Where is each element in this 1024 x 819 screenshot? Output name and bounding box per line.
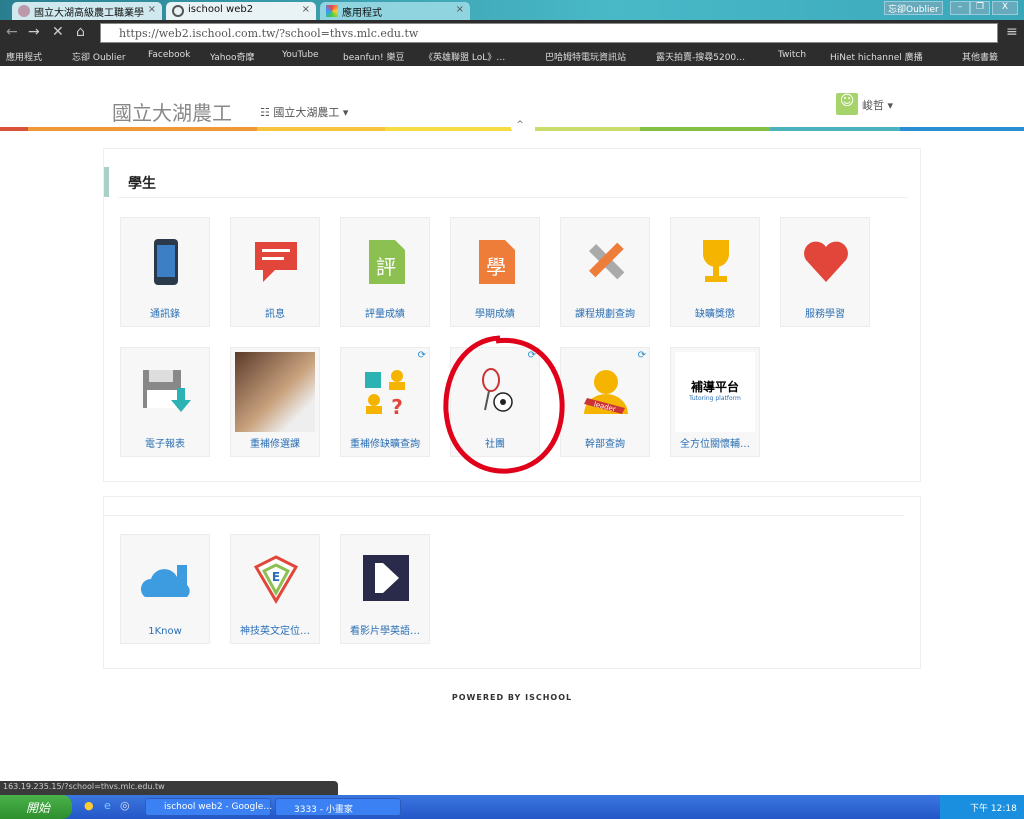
forward-icon[interactable]: →: [28, 24, 40, 40]
section-title: 學生: [128, 176, 156, 192]
cloud-icon: [141, 565, 190, 597]
collapse-icon[interactable]: ^: [511, 120, 529, 134]
divider: [118, 197, 908, 198]
bookmark[interactable]: Facebook: [148, 50, 190, 60]
app-tile-course-plan[interactable]: 課程規劃查詢: [560, 217, 650, 327]
bookmark[interactable]: Twitch: [778, 50, 806, 60]
apps-icon: [326, 5, 338, 17]
bookmark[interactable]: 其他書籤: [962, 50, 998, 63]
leader-icon: leader: [584, 370, 628, 414]
other-apps-panel: [103, 496, 921, 669]
favicon-icon: [18, 5, 30, 17]
minimize-button[interactable]: –: [950, 1, 970, 15]
sync-icon: ⟳: [417, 350, 426, 361]
site-title[interactable]: 國立大湖農工: [112, 97, 232, 126]
explorer-icon[interactable]: ◎: [120, 799, 130, 812]
address-bar[interactable]: https://web2.ischool.com.tw/?school=thvs…: [100, 23, 998, 43]
system-tray-clock: 下午 12:18: [940, 795, 1024, 819]
close-window-button[interactable]: X: [992, 1, 1018, 15]
app-tile-semester-grades[interactable]: 學學期成績: [450, 217, 540, 327]
svg-text:學: 學: [486, 255, 506, 279]
video-play-icon: [363, 555, 409, 601]
restore-button[interactable]: ❐: [970, 1, 990, 15]
e-shield-icon: E: [253, 555, 299, 604]
bookmark[interactable]: HiNet hichannel 廣播: [830, 50, 923, 63]
trophy-icon: [703, 240, 729, 282]
app-tile-assessment-grades[interactable]: 評評量成績: [340, 217, 430, 327]
close-tab-icon[interactable]: ×: [456, 4, 464, 15]
bookmark[interactable]: beanfun! 樂豆: [343, 50, 405, 63]
svg-text:評: 評: [376, 255, 396, 279]
document-icon: 評: [369, 240, 405, 284]
status-bar: 163.19.235.15/?school=thvs.mlc.edu.tw: [0, 781, 338, 795]
section-marker: [104, 167, 109, 197]
school-menu[interactable]: ☷ 國立大湖農工 ▾: [260, 104, 348, 120]
browser-tab-bar: 國立大湖高級農工職業學 × ischool web2 × 應用程式 × 忘卻Oubli…: [0, 0, 1024, 20]
chrome-icon[interactable]: ●: [84, 799, 94, 812]
svg-text:E: E: [272, 570, 280, 584]
app-tile-messages[interactable]: 訊息: [230, 217, 320, 327]
tab-apps[interactable]: 應用程式 ×: [320, 2, 470, 20]
message-icon: [255, 242, 297, 282]
back-icon[interactable]: ←: [6, 24, 18, 40]
bookmark[interactable]: Yahoo奇摩: [210, 50, 255, 63]
app-tile-counseling[interactable]: 補導平台 Tutoring platform 全方位關懷輔…: [670, 347, 760, 457]
taskbar: 開始 ● e ◎ ischool web2 - Google… 3333 - 小…: [0, 795, 1024, 819]
puzzle-people-icon: ?: [365, 370, 405, 418]
svg-text:?: ?: [391, 395, 403, 418]
highlight-circle: [443, 335, 565, 474]
list-icon: ☷: [260, 106, 274, 119]
bookmark[interactable]: 《英雄聯盟 LoL》…: [424, 50, 505, 63]
bookmark[interactable]: 露天拍賣-搜尋5200…: [656, 50, 745, 63]
app-tile-1know[interactable]: 1Know: [120, 534, 210, 644]
divider: [104, 515, 904, 516]
app-tile-contacts[interactable]: 通訊錄: [120, 217, 210, 327]
sync-icon: ⟳: [637, 350, 646, 361]
bookmark[interactable]: 應用程式: [6, 50, 42, 63]
avatar[interactable]: ☺: [836, 93, 858, 115]
heart-icon: [804, 241, 848, 282]
app-tile-e-reports[interactable]: 電子報表: [120, 347, 210, 457]
ie-icon[interactable]: e: [104, 799, 111, 812]
footer-powered-by: POWERED BY ISCHOOL: [451, 693, 573, 702]
pencil-ruler-icon: [589, 242, 625, 280]
close-tab-icon[interactable]: ×: [302, 4, 310, 15]
loading-icon: [172, 5, 184, 17]
phone-icon: [154, 239, 178, 285]
stop-icon[interactable]: ✕: [52, 24, 64, 40]
menu-icon[interactable]: ≡: [1006, 24, 1018, 40]
tutoring-platform-icon: 補導平台 Tutoring platform: [675, 352, 755, 432]
close-tab-icon[interactable]: ×: [148, 4, 156, 15]
document-icon: 學: [479, 240, 515, 284]
start-button[interactable]: 開始: [0, 795, 72, 819]
app-tile-cadre-query[interactable]: ⟳ leader 幹部查詢: [560, 347, 650, 457]
floppy-download-icon: [143, 370, 191, 412]
bookmark[interactable]: 巴哈姆特電玩資訊站: [545, 50, 626, 63]
photo-icon: [235, 352, 315, 432]
app-tile-english-placement[interactable]: E 神技英文定位…: [230, 534, 320, 644]
app-tile-video-english[interactable]: 看影片學英語…: [340, 534, 430, 644]
user-menu[interactable]: 峻哲 ▾: [862, 97, 893, 113]
app-tile-makeup-attendance[interactable]: ⟳? 重補修缺曠查詢: [340, 347, 430, 457]
bookmarks-bar: 應用程式 忘卻 Oublier Facebook Yahoo奇摩 YouTube…: [0, 46, 1024, 66]
task-paint[interactable]: 3333 - 小畫家: [275, 798, 401, 816]
task-chrome[interactable]: ischool web2 - Google…: [145, 798, 272, 816]
app-tile-attendance[interactable]: 缺曠獎懲: [670, 217, 760, 327]
app-tile-makeup-course[interactable]: 重補修選課: [230, 347, 320, 457]
app-tile-service-learning[interactable]: 服務學習: [780, 217, 870, 327]
tab-school[interactable]: 國立大湖高級農工職業學 ×: [12, 2, 162, 20]
home-icon[interactable]: ⌂: [76, 24, 85, 40]
tab-ischool[interactable]: ischool web2 ×: [166, 2, 316, 20]
bookmark[interactable]: YouTube: [282, 50, 319, 60]
bookmark[interactable]: 忘卻 Oublier: [72, 50, 126, 63]
profile-badge[interactable]: 忘卻Oublier: [884, 1, 943, 15]
